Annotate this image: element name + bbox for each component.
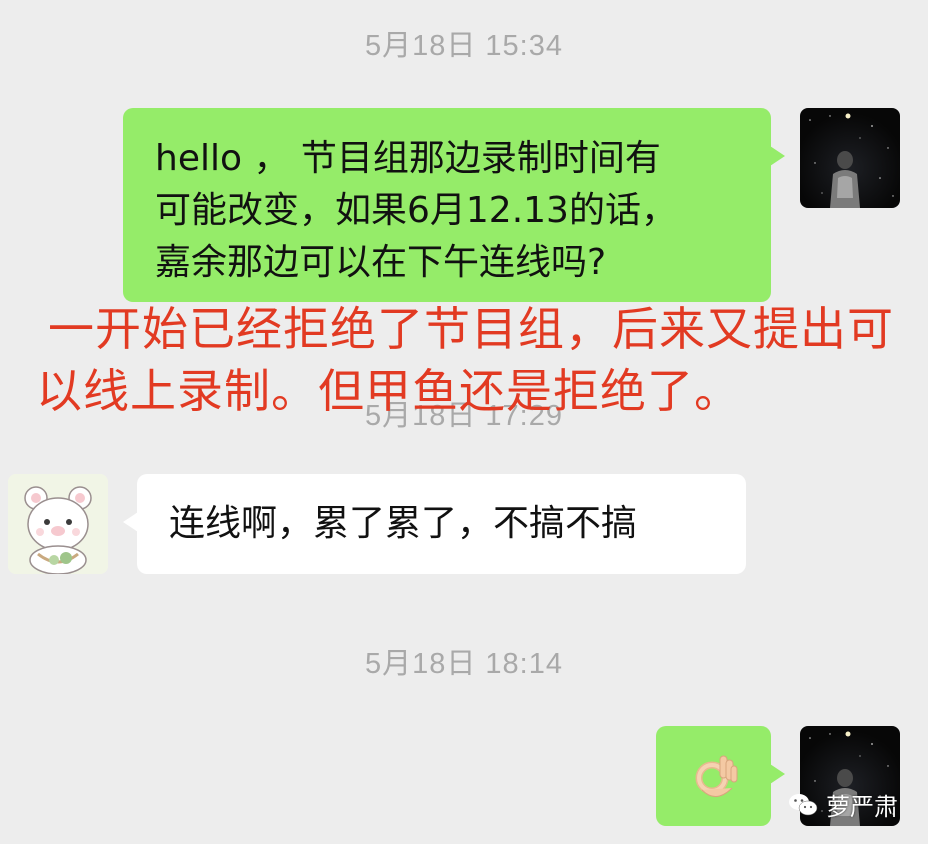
message-bubble-mine[interactable]: hello ， 节目组那边录制时间有 可能改变，如果6月12.13的话， 嘉余那… [123, 108, 785, 302]
wechat-logo-icon [789, 793, 818, 815]
timestamp: 5月18日 18:14 [364, 648, 563, 680]
timestamp: 5月18日 15:34 [364, 30, 563, 62]
avatar-image-icon [809, 113, 894, 208]
watermark-text: 萝严肃 [826, 793, 898, 821]
message-bubble-other[interactable]: 连线啊，累了累了，不搞不搞 [123, 474, 746, 574]
contact-avatar[interactable] [8, 474, 108, 574]
my-avatar[interactable] [800, 108, 900, 208]
watermark: 萝严肃 [788, 787, 898, 822]
message-line: 嘉余那边可以在下午连线吗? [155, 242, 607, 283]
message-bubble-mine[interactable] [656, 726, 785, 826]
message-line: hello ， 节目组那边录制时间有 [155, 138, 661, 179]
message-line: 可能改变，如果6月12.13的话， [155, 190, 677, 231]
bubble-tail [123, 512, 138, 532]
message-text: 连线啊，累了累了，不搞不搞 [169, 503, 638, 544]
bubble-tail [770, 764, 785, 784]
ok-hand-emoji-icon [695, 755, 738, 797]
annotation-text: 一开始已经拒绝了节目组，后来又提出可以线上录制。但甲鱼还是拒绝了。 [36, 302, 894, 418]
bubble-tail [770, 146, 785, 166]
bear-avatar-icon [8, 474, 108, 574]
